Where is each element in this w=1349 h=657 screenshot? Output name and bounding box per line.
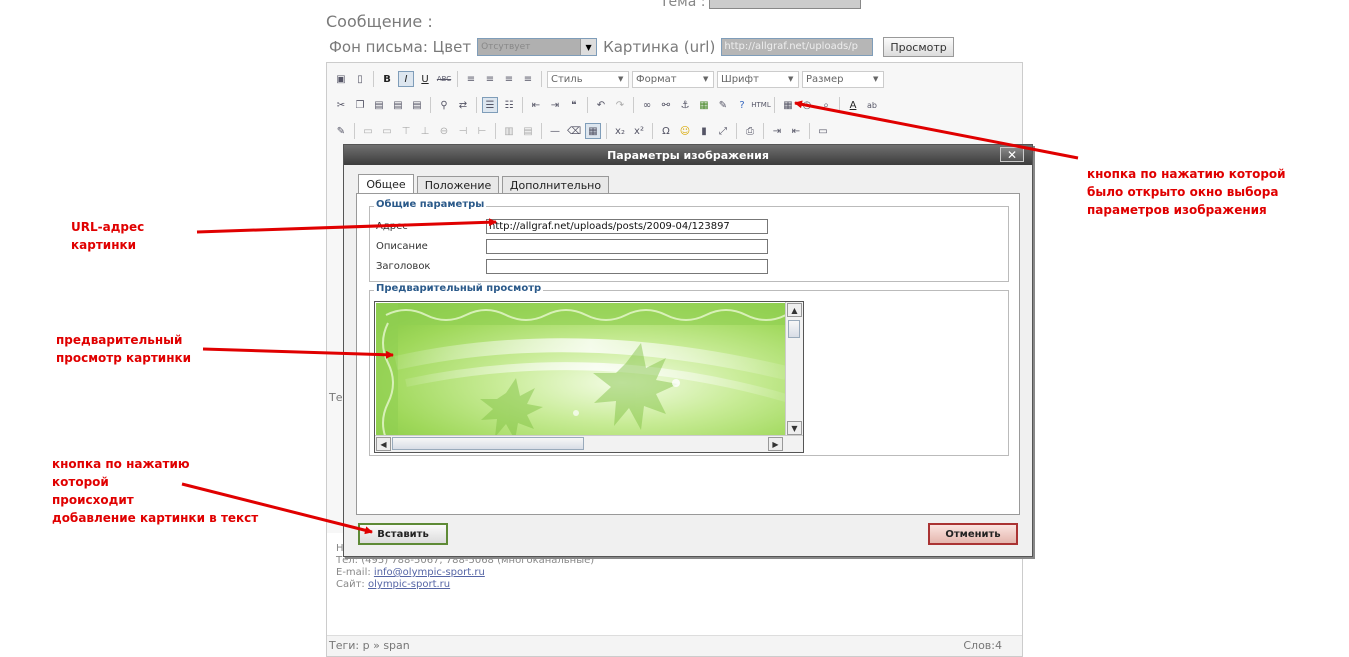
annotation-url: URL-адрес картинки <box>71 220 145 252</box>
annotation-preview: предварительный просмотр картинки <box>56 333 192 365</box>
annotation-insert: кнопка по нажатию которой происходит доб… <box>52 457 259 525</box>
arrow-preview <box>202 347 394 359</box>
arrow-url <box>196 218 497 234</box>
annotation-opener: кнопка по нажатию которой было открыто о… <box>1087 167 1286 217</box>
arrow-opener <box>794 100 1079 160</box>
annotation-arrows <box>181 100 1079 535</box>
